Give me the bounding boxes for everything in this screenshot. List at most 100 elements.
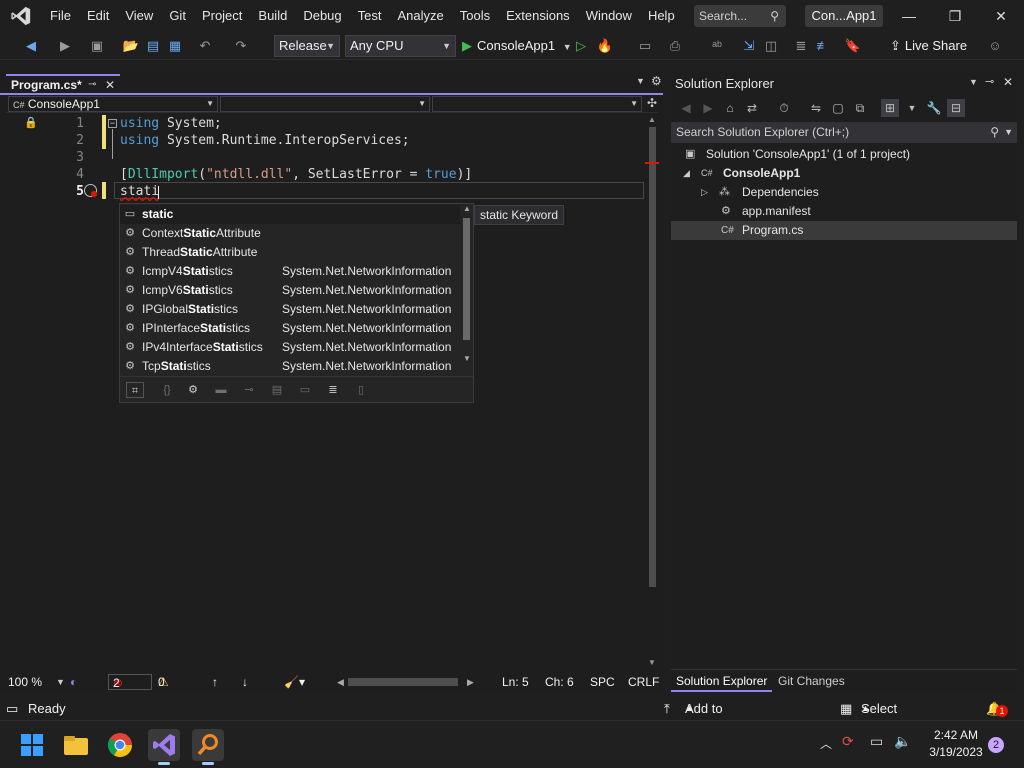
chevron-down-icon[interactable]: ▼ (56, 672, 65, 692)
delegate-filter-icon[interactable]: ▭ (296, 382, 314, 398)
scroll-up-icon[interactable]: ▲ (648, 115, 656, 124)
tab-overflow-icon[interactable]: ▼ (636, 76, 645, 86)
scroll-thumb[interactable] (463, 218, 470, 340)
enum-filter-icon[interactable]: ▤ (268, 382, 286, 398)
open-file-icon[interactable]: 📂 (122, 37, 140, 55)
properties-icon[interactable]: 🔧 (925, 99, 943, 117)
collapse-all-icon[interactable]: ⧉ (851, 99, 869, 117)
code-line[interactable]: [DllImport("ntdll.dll", SetLastError = t… (120, 166, 645, 183)
next-issue-icon[interactable]: ↓ (242, 672, 248, 692)
tab-git-changes[interactable]: Git Changes (773, 670, 850, 692)
visual-studio-taskbar-icon[interactable] (148, 729, 180, 765)
bookmark-icon[interactable]: 🔖 (844, 37, 862, 55)
home-icon[interactable]: ⌂ (721, 99, 739, 117)
pin-icon[interactable]: ⊸ (985, 75, 994, 88)
search-app-icon[interactable] (192, 729, 224, 765)
tree-item-program-cs[interactable]: C# Program.cs (671, 221, 1017, 240)
undo-icon[interactable]: ↶ (196, 37, 214, 55)
code-line[interactable] (120, 149, 645, 166)
chevron-down-icon[interactable]: ▼ (969, 77, 978, 87)
windows-start-icon[interactable] (16, 729, 48, 761)
menu-item-debug[interactable]: Debug (295, 0, 349, 32)
completion-item[interactable]: ⚙ IPInterfaceStatistics System.Net.Network… (120, 319, 460, 338)
close-icon[interactable]: ✕ (1003, 75, 1013, 89)
network-icon[interactable]: ▭ (870, 733, 883, 750)
completion-item[interactable]: ⚙ IcmpV4Statistics System.Net.NetworkInfor… (120, 262, 460, 281)
interface-filter-icon[interactable]: ⊸ (240, 382, 258, 398)
tree-item-project[interactable]: ◢ C# ConsoleApp1 (671, 164, 1017, 183)
completion-item[interactable]: ▭ static (120, 205, 460, 224)
configuration-dropdown[interactable]: Release ▼ (274, 35, 340, 57)
scroll-left-icon[interactable]: ◀ (337, 672, 344, 692)
code-line[interactable]: stati (120, 183, 645, 200)
settings-gear-icon[interactable]: ⚙ (651, 74, 662, 88)
namespace-filter-icon[interactable]: {} (158, 382, 176, 398)
notification-center-badge[interactable]: 2 (988, 737, 1004, 753)
code-line[interactable]: using System; (120, 115, 645, 132)
comment-icon[interactable]: ≣ (792, 37, 810, 55)
platform-dropdown[interactable]: Any CPU ▼ (345, 35, 456, 57)
layout-icon[interactable]: ◫ (762, 37, 780, 55)
expanded-triangle-icon[interactable]: ◢ (683, 164, 690, 183)
line-indicator[interactable]: Ln: 5 (502, 672, 529, 692)
completion-scrollbar[interactable]: ▲ ▼ (461, 204, 473, 364)
preview-selected-items-icon[interactable]: ⊟ (947, 99, 965, 117)
error-count[interactable]: ⊗ 2 (108, 674, 152, 690)
indent-indicator[interactable]: SPC (590, 672, 615, 692)
save-icon[interactable]: ▤ (144, 37, 162, 55)
menu-item-window[interactable]: Window (578, 0, 640, 32)
menu-item-extensions[interactable]: Extensions (498, 0, 578, 32)
search-box[interactable]: Search... ⚲ (694, 5, 786, 27)
collapsed-triangle-icon[interactable]: ▷ (701, 183, 708, 202)
quick-actions-icon[interactable] (84, 184, 97, 197)
refresh-icon[interactable]: ▢ (829, 99, 847, 117)
menu-item-file[interactable]: File (42, 0, 79, 32)
code-line[interactable]: using System.Runtime.InteropServices; (120, 132, 645, 149)
save-all-icon[interactable]: ▦ (166, 37, 184, 55)
chrome-icon[interactable] (104, 729, 136, 761)
completion-item[interactable]: ⚙ TcpStatistics System.Net.NetworkInformat… (120, 357, 460, 376)
snippet-filter-icon[interactable]: ⌗ (126, 382, 144, 398)
copilot-icon[interactable]: ◐ (70, 672, 77, 692)
tab-solution-explorer[interactable]: Solution Explorer (671, 670, 773, 692)
spell-check-icon[interactable]: ᵃᵇ (708, 37, 726, 55)
hot-reload-icon[interactable]: 🔥 (596, 37, 614, 55)
horizontal-scroll-thumb[interactable] (348, 678, 458, 686)
struct-filter-icon[interactable]: ▬ (212, 382, 230, 398)
close-tab-icon[interactable]: ✕ (105, 76, 115, 94)
show-all-files-icon[interactable]: ⊞ (881, 99, 899, 117)
menu-item-tools[interactable]: Tools (452, 0, 498, 32)
completion-item[interactable]: ⚙ IcmpV6Statistics System.Net.NetworkInfor… (120, 281, 460, 300)
menu-item-view[interactable]: View (117, 0, 161, 32)
expander-filter-icon[interactable]: ▯ (352, 382, 370, 398)
menu-item-analyze[interactable]: Analyze (389, 0, 451, 32)
member-dropdown[interactable]: ▼ (432, 96, 642, 112)
split-icon[interactable]: ✣ (647, 96, 657, 110)
collapse-icon[interactable]: − (108, 119, 117, 128)
menu-item-build[interactable]: Build (250, 0, 295, 32)
keyword-filter-icon[interactable]: ≣ (324, 382, 342, 398)
class-filter-icon[interactable]: ⚙ (184, 382, 202, 398)
solution-name-badge[interactable]: Con...App1 (805, 5, 883, 27)
chevron-down-icon[interactable]: ▼ (903, 99, 921, 117)
uncomment-icon[interactable]: ≢ (814, 37, 832, 55)
format-icon[interactable]: ⇲ (740, 37, 758, 55)
menu-item-project[interactable]: Project (194, 0, 250, 32)
sync-icon[interactable]: ⟳ (842, 733, 854, 750)
minimize-button[interactable]: — (886, 0, 932, 32)
file-explorer-icon[interactable] (60, 729, 92, 761)
tree-item-solution[interactable]: ▣ Solution 'ConsoleApp1' (1 of 1 project… (671, 145, 1017, 164)
scroll-down-icon[interactable]: ▼ (463, 354, 471, 363)
browse-icon[interactable]: ▭ (636, 37, 654, 55)
code-cleanup-icon[interactable]: 🧹▾ (284, 672, 305, 692)
show-hidden-icons-chevron-up-icon[interactable]: ︿ (820, 735, 832, 752)
vertical-scrollbar[interactable]: ▲ ▼ (645, 115, 659, 670)
taskbar-clock[interactable]: 2:42 AM 3/19/2023 (920, 727, 992, 761)
forward-icon[interactable]: ▶ (56, 37, 74, 55)
chevron-down-icon[interactable]: ▼ (1004, 122, 1013, 143)
completion-item[interactable]: ⚙ IPGlobalStatistics System.Net.NetworkInf… (120, 300, 460, 319)
completion-item[interactable]: ⚙ IPv4InterfaceStatistics System.Net.Netwo… (120, 338, 460, 357)
feedback-icon[interactable]: ☺ (986, 37, 1004, 55)
scroll-up-icon[interactable]: ▲ (463, 204, 471, 213)
project-dropdown[interactable]: C# ConsoleApp1 ▼ (8, 96, 218, 112)
